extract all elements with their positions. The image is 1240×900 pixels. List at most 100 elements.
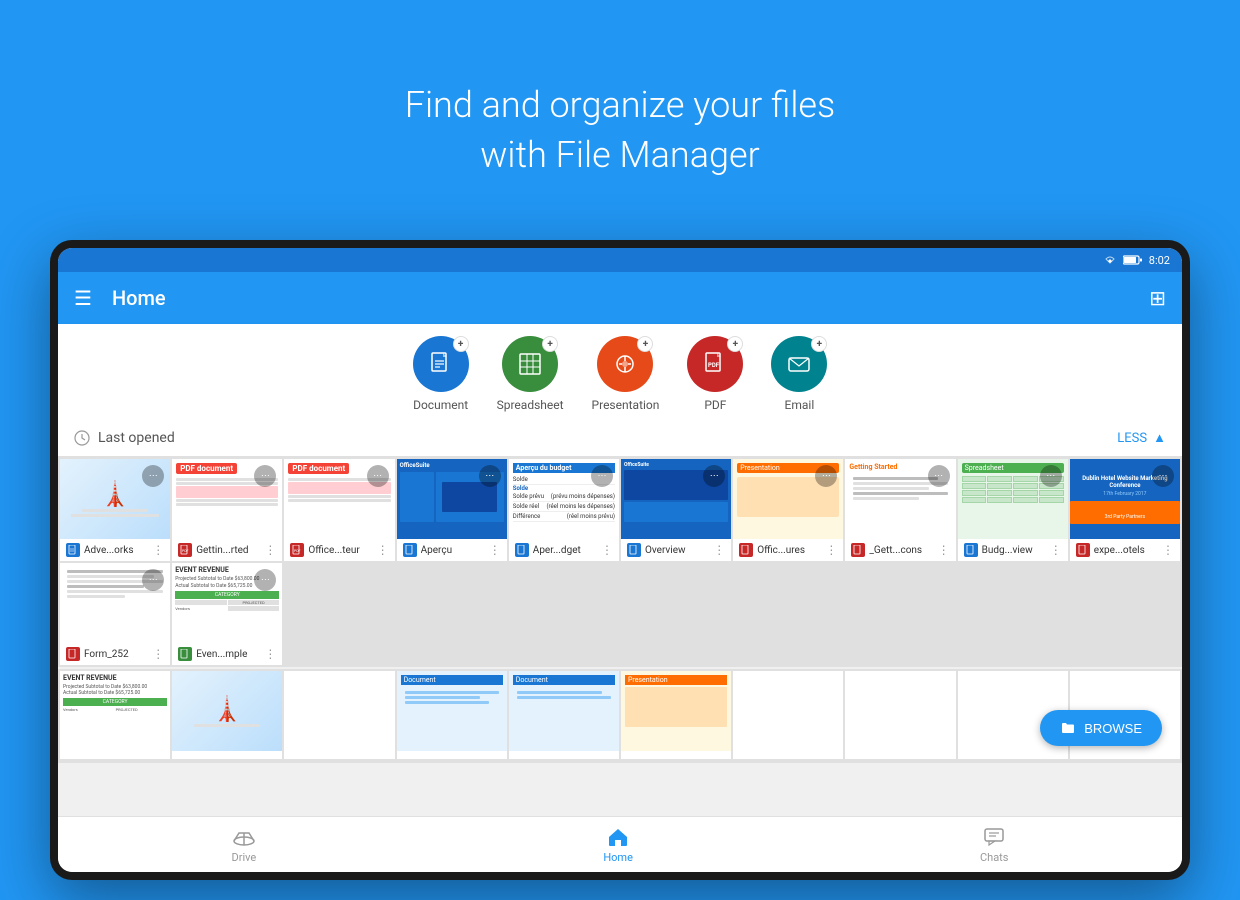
list-item[interactable]: Aperçu du budget Solde Solde Solde prévu… (509, 459, 619, 561)
document-icon (427, 350, 455, 378)
svg-text:PDF: PDF (182, 549, 189, 553)
headline-line2: with File Manager (480, 134, 759, 176)
file-type-icon (851, 543, 865, 557)
file-type-icon (964, 543, 978, 557)
file-name: Budg...view (982, 545, 1046, 556)
file-options-button[interactable]: ⋮ (377, 543, 389, 557)
presentation-icon (611, 350, 639, 378)
plus-badge-doc: + (453, 336, 469, 352)
browse-label: BROWSE (1084, 721, 1142, 736)
file-options-button[interactable]: ⋮ (152, 647, 164, 661)
document-icon-wrap: + (413, 336, 469, 392)
file-type-icon (515, 543, 529, 557)
create-pdf-button[interactable]: PDF + PDF (687, 336, 743, 412)
list-item[interactable]: PDF document ⋯ PDF (284, 459, 394, 561)
list-item (845, 671, 955, 759)
file-more-overlay[interactable]: ⋯ (1040, 465, 1062, 487)
list-item[interactable]: Spreadsheet ⋯ (958, 459, 1068, 561)
less-button[interactable]: LESS ▲ (1117, 430, 1166, 446)
file-more-overlay[interactable]: ⋯ (142, 465, 164, 487)
file-options-button[interactable]: ⋮ (1050, 543, 1062, 557)
plus-badge-sheet: + (542, 336, 558, 352)
nav-drive[interactable]: Drive (202, 825, 287, 864)
nav-chats-label: Chats (980, 851, 1008, 864)
file-thumbnail: EVENT REVENUE Projected Subtotal to Date… (172, 563, 282, 643)
list-item[interactable]: EVENT REVENUE Projected Subtotal to Date… (60, 671, 170, 759)
file-options-button[interactable]: ⋮ (489, 543, 501, 557)
menu-icon[interactable]: ☰ (74, 286, 92, 310)
list-item[interactable]: Getting Started ⋯ (845, 459, 955, 561)
spreadsheet-icon (516, 350, 544, 378)
list-item[interactable]: OfficeSuite ⋯ (397, 459, 507, 561)
file-options-button[interactable]: ⋮ (601, 543, 613, 557)
file-thumbnail: Aperçu du budget Solde Solde Solde prévu… (509, 459, 619, 539)
battery-icon (1123, 255, 1143, 265)
list-item[interactable] (284, 671, 394, 759)
nav-home-label: Home (603, 851, 633, 864)
file-options-button[interactable]: ⋮ (264, 647, 276, 661)
file-name: Form_252 (84, 649, 148, 660)
list-item[interactable]: Presentation (621, 671, 731, 759)
file-more-overlay[interactable]: ⋯ (367, 465, 389, 487)
file-options-button[interactable]: ⋮ (152, 543, 164, 557)
presentation-icon-wrap: + (597, 336, 653, 392)
folder-icon (1060, 720, 1076, 736)
file-more-overlay[interactable]: ⋯ (928, 465, 950, 487)
file-more-overlay[interactable]: ⋯ (1152, 465, 1174, 487)
pdf-label: PDF (704, 398, 726, 412)
history-icon (74, 430, 90, 446)
list-item[interactable]: OfficeSuite ⋯ Overview ⋮ (621, 459, 731, 561)
list-item[interactable]: Document (397, 671, 507, 759)
file-thumbnail: PDF document ⋯ (284, 459, 394, 539)
plus-badge-pdf: + (727, 336, 743, 352)
list-item[interactable]: 🗼 ⋯ Adve...orks ⋮ (60, 459, 170, 561)
list-item[interactable]: ⋯ Form_252 ⋮ (60, 563, 170, 665)
file-options-button[interactable]: ⋮ (713, 543, 725, 557)
presentation-label: Presentation (592, 398, 660, 412)
create-section: + Document + Sp (58, 324, 1182, 420)
list-item[interactable]: EVENT REVENUE Projected Subtotal to Date… (172, 563, 282, 665)
email-icon (785, 350, 813, 378)
drive-icon (232, 825, 256, 849)
email-icon-wrap: + (771, 336, 827, 392)
file-options-button[interactable]: ⋮ (938, 543, 950, 557)
file-name: Even...mple (196, 649, 260, 660)
create-document-button[interactable]: + Document (413, 336, 469, 412)
list-item[interactable]: Presentation ⋯ Offic...ures ⋮ (733, 459, 843, 561)
nav-home[interactable]: Home (573, 825, 663, 864)
file-options-button[interactable]: ⋮ (825, 543, 837, 557)
nav-chats[interactable]: Chats (950, 825, 1038, 864)
file-name: Offic...ures (757, 545, 821, 556)
tablet-frame: 8:02 ☰ Home ⊞ (50, 240, 1190, 880)
file-thumbnail: Document (397, 671, 507, 751)
section-header: Last opened LESS ▲ (58, 420, 1182, 457)
file-more-overlay[interactable]: ⋯ (479, 465, 501, 487)
list-item[interactable]: 🗼 (172, 671, 282, 759)
list-item[interactable]: Document (509, 671, 619, 759)
browse-button[interactable]: BROWSE (1040, 710, 1162, 746)
pdf-icon: PDF (701, 350, 729, 378)
file-thumbnail: 🗼 (172, 671, 282, 751)
create-presentation-button[interactable]: + Presentation (592, 336, 660, 412)
grid-view-icon[interactable]: ⊞ (1149, 286, 1166, 310)
list-item[interactable]: PDF document ⋯ (172, 459, 282, 561)
file-thumbnail: OfficeSuite ⋯ (397, 459, 507, 539)
bottom-nav: Drive Home Chats (58, 816, 1182, 872)
file-name: Office...teur (308, 545, 372, 556)
file-thumbnail: Document (509, 671, 619, 751)
file-more-overlay[interactable]: ⋯ (591, 465, 613, 487)
tablet-screen: 8:02 ☰ Home ⊞ (58, 248, 1182, 872)
file-thumbnail: Presentation (621, 671, 731, 751)
chats-icon (982, 825, 1006, 849)
wifi-icon (1103, 255, 1117, 265)
status-bar: 8:02 (58, 248, 1182, 272)
list-item[interactable]: Dublin Hotel Website Marketing Conferenc… (1070, 459, 1180, 561)
create-spreadsheet-button[interactable]: + Spreadsheet (497, 336, 564, 412)
app-bar: ☰ Home ⊞ (58, 272, 1182, 324)
file-name: Aperçu (421, 545, 485, 556)
create-email-button[interactable]: + Email (771, 336, 827, 412)
nav-drive-label: Drive (232, 851, 257, 864)
file-options-button[interactable]: ⋮ (1162, 543, 1174, 557)
spreadsheet-label: Spreadsheet (497, 398, 564, 412)
file-options-button[interactable]: ⋮ (264, 543, 276, 557)
